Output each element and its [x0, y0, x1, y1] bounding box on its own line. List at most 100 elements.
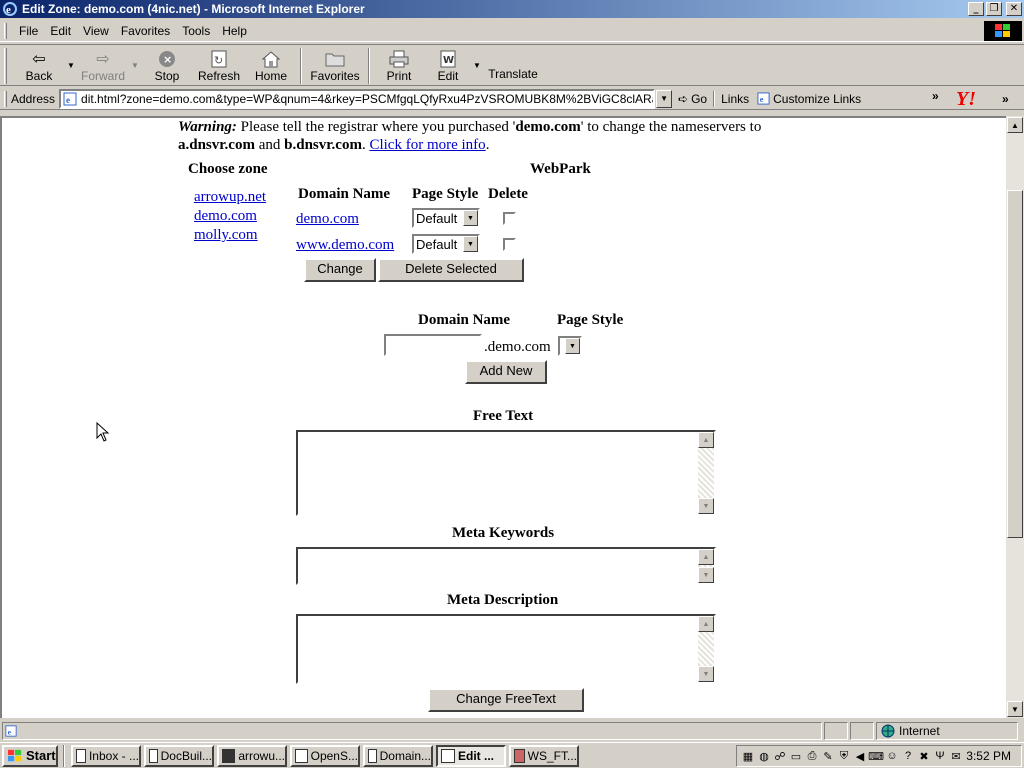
home-button[interactable]: Home — [245, 45, 297, 85]
change-freetext-button[interactable]: Change FreeText — [428, 688, 584, 712]
edit-dropdown[interactable]: ▼ — [471, 45, 483, 85]
tray-keyboard-icon[interactable]: ⌨ — [868, 749, 884, 763]
scroll-thumb[interactable] — [1007, 190, 1023, 538]
tray-network-icon[interactable]: ☍ — [773, 749, 787, 763]
address-grip[interactable] — [4, 90, 7, 107]
tray-globe-icon[interactable]: ◍ — [757, 749, 771, 763]
close-button[interactable]: ✕ — [1006, 2, 1022, 16]
tray-shield-icon[interactable]: ⛨ — [837, 749, 851, 763]
meta-description-heading: Meta Description — [447, 592, 559, 608]
page-scrollbar[interactable]: ▲ ▼ — [1006, 116, 1024, 718]
toolbar-grip[interactable] — [4, 48, 7, 84]
menu-favorites[interactable]: Favorites — [115, 24, 176, 38]
yahoo-logo[interactable]: Y! — [956, 89, 976, 109]
delete-checkbox-2[interactable] — [503, 238, 516, 251]
menu-grip[interactable] — [4, 22, 7, 39]
col-delete: Delete — [488, 186, 528, 202]
refresh-button[interactable]: ↻ Refresh — [193, 45, 245, 85]
forward-button[interactable]: ⇨ Forward — [77, 45, 129, 85]
task-inbox[interactable]: Inbox - ... — [71, 744, 141, 767]
links-label[interactable]: Links — [721, 92, 749, 106]
menu-view[interactable]: View — [77, 24, 115, 38]
tray-monitor-icon[interactable]: ▭ — [789, 749, 803, 763]
tray-calendar-icon[interactable]: ▦ — [741, 749, 755, 763]
scroll-down-icon[interactable]: ▼ — [1007, 701, 1023, 717]
tray-antenna-icon[interactable]: Ψ — [933, 749, 947, 763]
edit-label: Edit — [437, 69, 459, 83]
back-dropdown[interactable]: ▼ — [65, 45, 77, 85]
delete-checkbox-1[interactable] — [503, 212, 516, 225]
zone-link-demo[interactable]: demo.com — [194, 208, 257, 225]
new-page-style-select[interactable]: ▼ — [558, 336, 582, 356]
warning-line2: a.dnsvr.com and b.dnsvr.com. Click for m… — [178, 136, 489, 155]
tray-tools-icon[interactable]: ✎ — [821, 749, 835, 763]
menu-edit[interactable]: Edit — [44, 24, 77, 38]
menu-help[interactable]: Help — [216, 24, 253, 38]
address-dropdown[interactable]: ▼ — [656, 89, 673, 108]
favorites-button[interactable]: Favorites — [305, 45, 365, 85]
back-button[interactable]: ⇦ Back — [13, 45, 65, 85]
go-button[interactable]: ➪ Go — [678, 92, 707, 106]
warning-line1: Warning: Please tell the registrar where… — [178, 118, 761, 137]
links-chevron-icon[interactable]: » — [932, 89, 939, 103]
warning-text: Please tell the registrar where you purc… — [236, 119, 516, 135]
task-edit[interactable]: Edit ... — [436, 744, 506, 767]
menu-tools[interactable]: Tools — [176, 24, 216, 38]
clock[interactable]: 3:52 PM — [966, 749, 1011, 763]
customize-links-link[interactable]: e Customize Links — [757, 92, 861, 106]
textarea-scrollbar[interactable]: ▲ ▼ — [698, 432, 714, 514]
tray-printer-icon[interactable]: ⎙ — [805, 749, 819, 763]
tray-mail-icon[interactable]: ✉ — [949, 749, 963, 763]
tray-users-icon[interactable]: ☺ — [885, 749, 899, 763]
task-wsftp[interactable]: WS_FT... — [509, 744, 579, 767]
task-label: WS_FT... — [527, 748, 577, 763]
task-opens[interactable]: OpenS... — [290, 744, 360, 767]
scroll-down-icon[interactable]: ▼ — [698, 567, 714, 583]
delete-selected-button[interactable]: Delete Selected — [378, 258, 524, 282]
tray-help-icon[interactable]: ? — [901, 749, 915, 763]
new-domain-input[interactable] — [384, 334, 482, 356]
zone-link-arrowup[interactable]: arrowup.net — [194, 189, 266, 206]
translate-button[interactable]: Translate — [483, 45, 543, 85]
toolbar-chevron-icon[interactable]: » — [1002, 92, 1009, 106]
textarea-scrollbar[interactable]: ▲ ▼ — [698, 616, 714, 682]
change-button[interactable]: Change — [304, 258, 376, 282]
tray-volume-icon[interactable]: ◀ — [853, 749, 867, 763]
domain-link-www-demo[interactable]: www.demo.com — [296, 237, 394, 254]
minimize-button[interactable]: _ — [968, 2, 984, 16]
task-arrowup[interactable]: arrowu... — [217, 744, 287, 767]
scroll-down-icon[interactable]: ▼ — [698, 666, 714, 682]
edit-button[interactable]: W Edit — [425, 45, 471, 85]
page-style-select-2[interactable]: Default ▼ — [412, 234, 480, 254]
toolbar-separator — [300, 48, 302, 84]
page-style-select-1[interactable]: Default ▼ — [412, 208, 480, 228]
maximize-button[interactable]: ❐ — [986, 2, 1002, 16]
scroll-down-icon[interactable]: ▼ — [698, 498, 714, 514]
start-button[interactable]: Start — [2, 744, 58, 767]
add-new-button[interactable]: Add New — [465, 360, 547, 384]
forward-dropdown[interactable]: ▼ — [129, 45, 141, 85]
print-button[interactable]: Print — [373, 45, 425, 85]
scroll-up-icon[interactable]: ▲ — [698, 616, 714, 632]
task-domain[interactable]: Domain... — [363, 744, 433, 767]
stop-button[interactable]: × Stop — [141, 45, 193, 85]
free-text-textarea[interactable]: ▲ ▼ — [296, 430, 716, 516]
svg-text:↻: ↻ — [214, 54, 223, 67]
scroll-up-icon[interactable]: ▲ — [1007, 117, 1023, 133]
scroll-up-icon[interactable]: ▲ — [698, 549, 714, 565]
status-bar: e Internet — [0, 721, 1024, 741]
svg-text:e: e — [66, 95, 70, 105]
menu-file[interactable]: File — [13, 24, 44, 38]
more-info-link[interactable]: Click for more info — [369, 137, 485, 153]
scroll-up-icon[interactable]: ▲ — [698, 432, 714, 448]
zone-link-molly[interactable]: molly.com — [194, 227, 258, 244]
tray-virus-icon[interactable]: ✖ — [917, 749, 931, 763]
task-docbuilder[interactable]: DocBuil... — [144, 744, 214, 767]
favorites-folder-icon — [324, 49, 346, 69]
nameserver-2: b.dnsvr.com — [284, 137, 362, 153]
textarea-scrollbar[interactable]: ▲ ▼ — [698, 549, 714, 583]
domain-link-demo[interactable]: demo.com — [296, 211, 359, 228]
meta-keywords-textarea[interactable]: ▲ ▼ — [296, 547, 716, 585]
meta-description-textarea[interactable]: ▲ ▼ — [296, 614, 716, 684]
address-input[interactable]: e dit.html?zone=demo.com&type=WP&qnum=4&… — [59, 88, 656, 109]
